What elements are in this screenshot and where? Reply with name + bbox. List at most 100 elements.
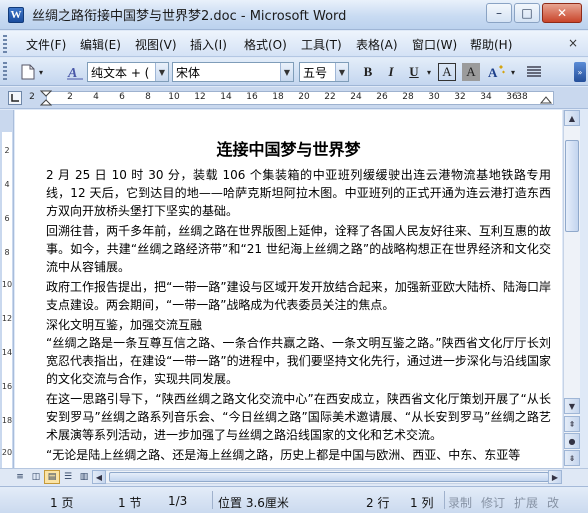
status-track-changes[interactable]: 修订 (481, 494, 505, 511)
vruler-number: 4 (4, 180, 10, 189)
first-line-indent-icon[interactable] (40, 90, 52, 106)
ruler-number: 26 (376, 92, 388, 102)
menu-bar: 文件(F) 编辑(E) 视图(V) 插入(I) 格式(O) 工具(T) 表格(A… (0, 31, 588, 57)
underline-button[interactable]: U (404, 62, 424, 82)
font-combo[interactable]: 宋体 ▼ (172, 62, 294, 82)
status-record-macro[interactable]: 录制 (448, 494, 472, 511)
styles-formatting-icon[interactable]: A (65, 62, 85, 82)
svg-text:A: A (488, 65, 498, 80)
document-title[interactable]: 连接中国梦与世界梦 (15, 136, 562, 160)
ruler-number: 24 (350, 92, 362, 102)
scroll-up-icon[interactable]: ▲ (564, 110, 580, 126)
paragraph[interactable]: 回溯往昔，两千多年前，丝绸之路在世界版图上延伸，诠释了各国人民友好往来、互利互惠… (46, 222, 551, 276)
menu-insert[interactable]: 插入(I) (190, 36, 227, 53)
document-page[interactable]: 连接中国梦与世界梦 2 月 25 日 10 时 30 分，装载 106 个集装箱… (15, 110, 562, 468)
vruler-number: 10 (1, 280, 13, 289)
svg-text:A: A (67, 66, 77, 80)
font-size-combo-value: 五号 (303, 65, 328, 80)
ruler-number: 30 (428, 92, 440, 102)
menu-format[interactable]: 格式(O) (244, 36, 287, 53)
status-section: 1 节 (118, 496, 142, 510)
status-divider (212, 491, 213, 509)
menu-grip-icon[interactable] (3, 35, 7, 53)
web-layout-view-icon[interactable]: ◫ (28, 470, 44, 484)
print-layout-view-icon[interactable]: ▤ (44, 470, 60, 484)
maximize-button[interactable]: □ (514, 3, 540, 23)
toolbar-grip-icon[interactable] (3, 62, 7, 80)
menu-window[interactable]: 窗口(W) (412, 36, 457, 53)
scroll-down-icon[interactable]: ▼ (564, 398, 580, 414)
align-justify-icon[interactable] (524, 62, 544, 82)
next-page-icon[interactable]: ⇟ (564, 450, 580, 466)
text-effect-dropdown-icon[interactable]: ▾ (508, 62, 518, 82)
menu-help[interactable]: 帮助(H) (470, 36, 512, 53)
text-effect-icon[interactable]: A (486, 62, 508, 82)
character-border-button[interactable]: A (438, 63, 456, 81)
ruler-number: 16 (246, 92, 258, 102)
chevron-down-icon[interactable]: ▼ (335, 63, 348, 81)
italic-button[interactable]: I (381, 62, 401, 82)
vertical-scroll-thumb[interactable] (565, 140, 579, 232)
vertical-scrollbar[interactable]: ▲ ▼ ⇞ ● ⇟ (563, 110, 580, 468)
menu-table[interactable]: 表格(A) (356, 36, 398, 53)
horizontal-ruler[interactable]: 2 2 4 6 8 10 12 14 16 18 20 22 24 26 28 … (0, 87, 588, 109)
paragraph[interactable]: 在这一思路引导下，“陕西丝绸之路文化交流中心”在西安成立，陕西省文化厅策划开展了… (46, 390, 551, 444)
menu-edit[interactable]: 编辑(E) (80, 36, 121, 53)
chevron-down-icon[interactable]: ▼ (280, 63, 293, 81)
character-shading-button[interactable]: A (462, 63, 480, 81)
vruler-number: 20 (1, 448, 13, 457)
status-extend-selection[interactable]: 扩展 (514, 494, 538, 511)
close-button[interactable]: ✕ (542, 3, 582, 23)
paragraph[interactable]: “无论是陆上丝绸之路、还是海上丝绸之路，历史上都是中国与欧洲、西亚、中东、东亚等 (46, 446, 551, 464)
right-indent-icon[interactable] (540, 94, 552, 104)
menu-view[interactable]: 视图(V) (135, 36, 177, 53)
reading-layout-view-icon[interactable]: ▥ (76, 470, 92, 484)
vruler-number: 8 (4, 248, 10, 257)
toolbar-options-icon[interactable]: » (574, 62, 586, 82)
vruler-number: 6 (4, 214, 10, 223)
paragraph[interactable]: 2 月 25 日 10 时 30 分，装载 106 个集装箱的中亚班列缓缓驶出连… (46, 166, 551, 220)
horizontal-scrollbar[interactable]: ◀ ▶ (92, 470, 562, 484)
window-title: 丝绸之路衔接中国梦与世界梦2.doc - Microsoft Word (32, 9, 347, 24)
ruler-number: 32 (454, 92, 466, 102)
new-dropdown-icon[interactable]: ▾ (36, 62, 46, 82)
bold-button[interactable]: B (358, 62, 378, 82)
ruler-number: 34 (480, 92, 492, 102)
horizontal-scroll-thumb[interactable] (109, 472, 549, 482)
normal-view-icon[interactable]: ≡ (12, 470, 28, 484)
menu-file[interactable]: 文件(F) (26, 36, 66, 53)
word-app-icon[interactable]: W (8, 6, 24, 23)
ruler-number: 2 (29, 92, 35, 102)
vruler-number: 12 (1, 314, 13, 323)
font-size-combo[interactable]: 五号 ▼ (299, 62, 349, 82)
ruler-number: 38 (516, 92, 528, 102)
tab-selector-icon[interactable] (8, 91, 22, 105)
ruler-number: 22 (324, 92, 336, 102)
status-overtype[interactable]: 改 (547, 494, 559, 511)
ruler-number: 12 (194, 92, 206, 102)
scroll-right-icon[interactable]: ▶ (548, 470, 562, 484)
close-document-icon[interactable]: × (568, 36, 578, 50)
ruler-number: 14 (220, 92, 232, 102)
status-line: 2 行 (366, 496, 390, 510)
style-combo[interactable]: 纯文本 + ( ▼ (87, 62, 169, 82)
outline-view-icon[interactable]: ☰ (60, 470, 76, 484)
paragraph[interactable]: 政府工作报告提出，把“一带一路”建设与区域开发开放结合起来，加强新亚欧大陆桥、陆… (46, 278, 551, 314)
paragraph[interactable]: “丝绸之路是一条互尊互信之路、一条合作共赢之路、一条文明互鉴之路。”陕西省文化厅… (46, 334, 551, 388)
status-position: 位置 3.6厘米 (218, 496, 289, 510)
browse-object-icon[interactable]: ● (564, 433, 580, 449)
vertical-ruler[interactable]: 2 4 6 8 10 12 14 16 18 20 (0, 110, 14, 468)
previous-page-icon[interactable]: ⇞ (564, 416, 580, 432)
paragraph[interactable]: 深化文明互鉴，加强交流互融 (46, 316, 551, 334)
horizontal-scroll-area: ≡ ◫ ▤ ☰ ▥ ◀ ▶ (0, 468, 588, 485)
scroll-left-icon[interactable]: ◀ (92, 470, 106, 484)
title-bar: W 丝绸之路衔接中国梦与世界梦2.doc - Microsoft Word – … (0, 0, 588, 30)
vruler-number: 16 (1, 382, 13, 391)
ruler-number: 18 (272, 92, 284, 102)
chevron-down-icon[interactable]: ▼ (155, 63, 168, 81)
new-document-icon[interactable] (18, 62, 38, 82)
ruler-number: 28 (402, 92, 414, 102)
menu-tools[interactable]: 工具(T) (301, 36, 342, 53)
minimize-button[interactable]: – (486, 3, 512, 23)
underline-dropdown-icon[interactable]: ▾ (424, 62, 434, 82)
